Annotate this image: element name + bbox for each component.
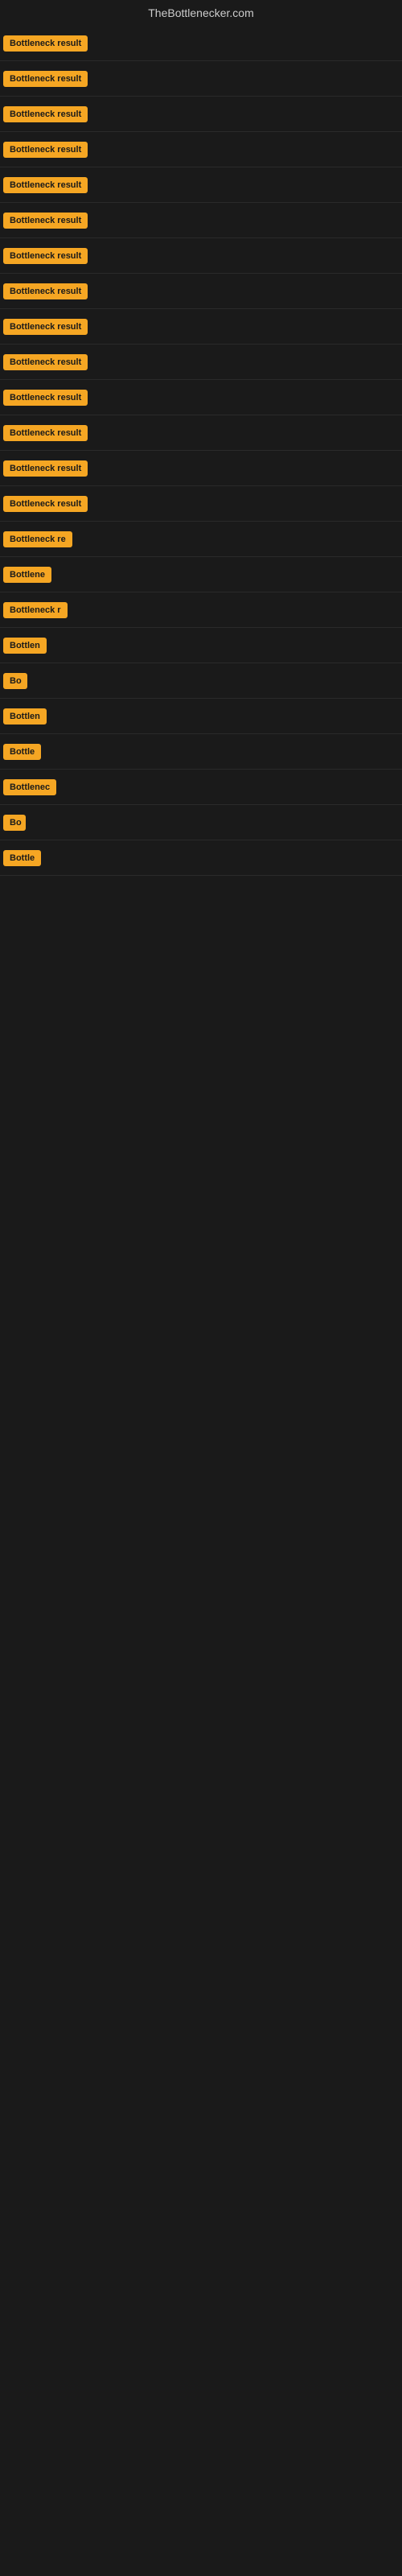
bottleneck-badge[interactable]: Bottleneck result — [3, 319, 88, 335]
result-row[interactable]: Bottleneck result — [0, 26, 402, 61]
bottleneck-badge[interactable]: Bottleneck result — [3, 142, 88, 158]
result-row[interactable]: Bo — [0, 663, 402, 699]
bottleneck-badge[interactable]: Bottleneck result — [3, 460, 88, 477]
result-row[interactable]: Bo — [0, 805, 402, 840]
bottleneck-badge[interactable]: Bottleneck re — [3, 531, 72, 547]
bottleneck-badge[interactable]: Bottleneck result — [3, 71, 88, 87]
result-row[interactable]: Bottlenec — [0, 770, 402, 805]
result-row[interactable]: Bottleneck result — [0, 486, 402, 522]
results-list: Bottleneck result Bottleneck result Bottle… — [0, 26, 402, 876]
site-title: TheBottlenecker.com — [0, 0, 402, 26]
result-row[interactable]: Bottlen — [0, 628, 402, 663]
result-row[interactable]: Bottleneck r — [0, 592, 402, 628]
bottleneck-badge[interactable]: Bo — [3, 673, 27, 689]
bottleneck-badge[interactable]: Bottle — [3, 850, 41, 866]
bottleneck-badge[interactable]: Bottleneck result — [3, 283, 88, 299]
bottleneck-badge[interactable]: Bottleneck result — [3, 106, 88, 122]
result-row[interactable]: Bottleneck re — [0, 522, 402, 557]
result-row[interactable]: Bottleneck result — [0, 97, 402, 132]
result-row[interactable]: Bottleneck result — [0, 132, 402, 167]
bottleneck-badge[interactable]: Bottleneck result — [3, 496, 88, 512]
result-row[interactable]: Bottleneck result — [0, 167, 402, 203]
result-row[interactable]: Bottleneck result — [0, 415, 402, 451]
result-row[interactable]: Bottleneck result — [0, 451, 402, 486]
result-row[interactable]: Bottle — [0, 840, 402, 876]
bottleneck-badge[interactable]: Bottlene — [3, 567, 51, 583]
bottleneck-badge[interactable]: Bottleneck result — [3, 35, 88, 52]
bottleneck-badge[interactable]: Bo — [3, 815, 26, 831]
bottleneck-badge[interactable]: Bottleneck result — [3, 248, 88, 264]
result-row[interactable]: Bottleneck result — [0, 380, 402, 415]
bottleneck-badge[interactable]: Bottle — [3, 744, 41, 760]
bottleneck-badge[interactable]: Bottleneck result — [3, 213, 88, 229]
bottleneck-badge[interactable]: Bottleneck result — [3, 425, 88, 441]
result-row[interactable]: Bottleneck result — [0, 274, 402, 309]
result-row[interactable]: Bottleneck result — [0, 345, 402, 380]
result-row[interactable]: Bottle — [0, 734, 402, 770]
bottleneck-badge[interactable]: Bottlenec — [3, 779, 56, 795]
result-row[interactable]: Bottleneck result — [0, 238, 402, 274]
bottleneck-badge[interactable]: Bottlen — [3, 638, 47, 654]
bottleneck-badge[interactable]: Bottleneck result — [3, 390, 88, 406]
result-row[interactable]: Bottleneck result — [0, 309, 402, 345]
result-row[interactable]: Bottlene — [0, 557, 402, 592]
bottleneck-badge[interactable]: Bottleneck result — [3, 177, 88, 193]
result-row[interactable]: Bottlen — [0, 699, 402, 734]
bottleneck-badge[interactable]: Bottleneck r — [3, 602, 68, 618]
result-row[interactable]: Bottleneck result — [0, 203, 402, 238]
bottleneck-badge[interactable]: Bottlen — [3, 708, 47, 724]
result-row[interactable]: Bottleneck result — [0, 61, 402, 97]
bottleneck-badge[interactable]: Bottleneck result — [3, 354, 88, 370]
